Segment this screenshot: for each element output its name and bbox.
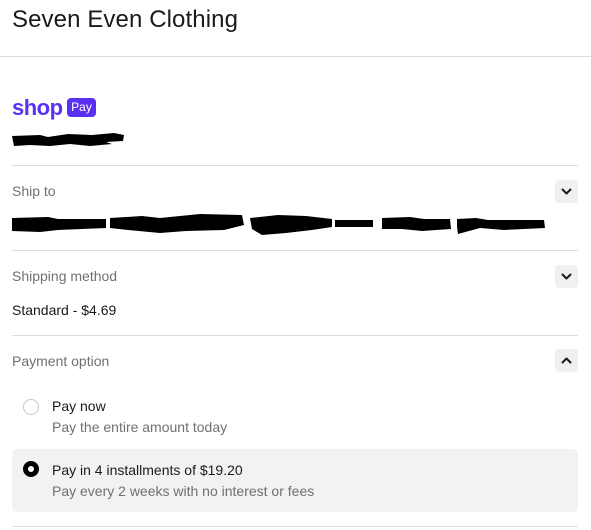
pay-in-installments-option[interactable]: Pay in 4 installments of $19.20 Pay ever…: [12, 449, 578, 512]
ship-to-toggle-button[interactable]: [555, 180, 578, 203]
redacted-account-email: [12, 133, 124, 146]
checkout-page: Seven Even Clothing shop Pay Ship to Shi…: [0, 0, 591, 530]
pay-in-installments-title: Pay in 4 installments of $19.20: [52, 462, 243, 478]
pay-now-title: Pay now: [52, 398, 106, 414]
shipping-method-label: Shipping method: [12, 268, 118, 284]
pay-in-installments-radio[interactable]: [23, 461, 39, 477]
chevron-down-icon: [561, 188, 572, 195]
divider: [12, 250, 578, 251]
header: Seven Even Clothing: [0, 0, 591, 57]
redacted-shipping-address: [12, 214, 545, 235]
chevron-down-icon: [561, 273, 572, 280]
pay-in-installments-subtitle: Pay every 2 weeks with no interest or fe…: [52, 483, 315, 499]
shipping-method-value: Standard - $4.69: [12, 302, 117, 318]
payment-option-label: Payment option: [12, 353, 110, 369]
ship-to-label: Ship to: [12, 183, 56, 199]
shipping-method-toggle-button[interactable]: [555, 265, 578, 288]
pay-now-option[interactable]: Pay now Pay the entire amount today: [12, 390, 578, 444]
divider: [12, 335, 578, 336]
divider: [12, 165, 578, 166]
shop-logo-word: shop: [12, 95, 63, 120]
shop-pay-badge: Pay: [67, 98, 96, 117]
store-name: Seven Even Clothing: [12, 6, 239, 33]
payment-option-toggle-button[interactable]: [555, 349, 578, 372]
pay-now-radio[interactable]: [23, 399, 39, 415]
pay-now-subtitle: Pay the entire amount today: [52, 419, 228, 435]
chevron-up-icon: [561, 357, 572, 364]
divider: [12, 526, 578, 527]
